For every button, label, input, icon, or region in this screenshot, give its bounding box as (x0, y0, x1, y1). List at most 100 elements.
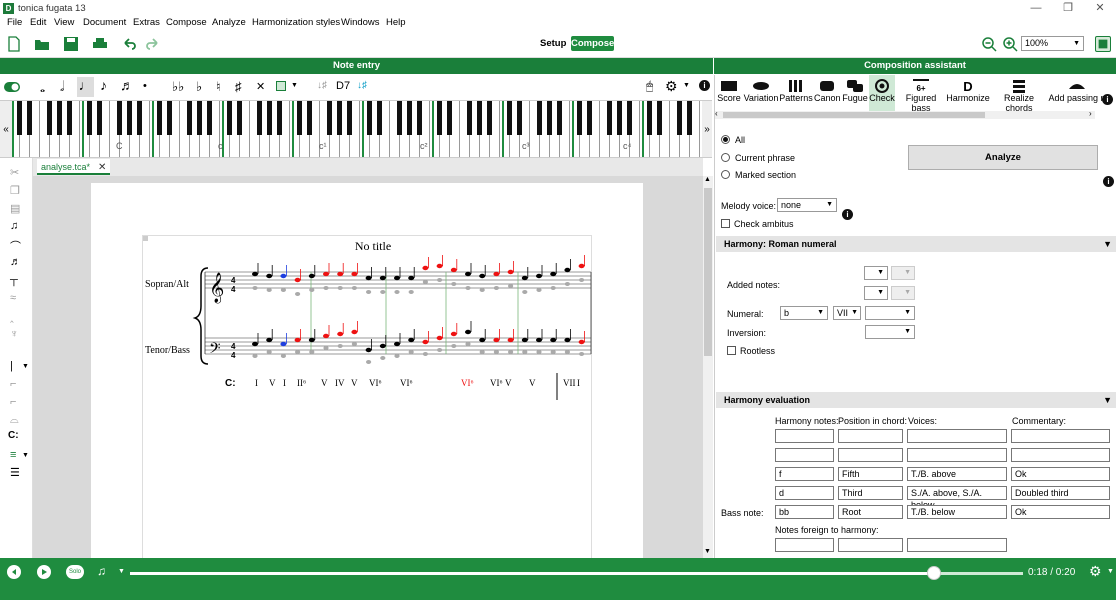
foreign-notes-field[interactable] (907, 538, 1007, 552)
foreign-notes-field[interactable] (838, 538, 903, 552)
note-head[interactable] (366, 360, 372, 364)
white-key[interactable] (452, 101, 460, 157)
slur-icon[interactable]: ⌒ (10, 238, 21, 254)
note-head[interactable] (380, 356, 386, 360)
note-head[interactable] (536, 350, 542, 354)
dot-icon[interactable]: • (143, 80, 147, 92)
note-head[interactable] (436, 335, 443, 341)
menu-extras[interactable]: Extras (133, 17, 160, 28)
note-head[interactable] (266, 288, 272, 292)
white-key[interactable] (382, 101, 390, 157)
note-head[interactable] (564, 350, 570, 354)
commentary-field[interactable]: Doubled third (1011, 486, 1110, 500)
beam-icon[interactable]: ♬ (10, 256, 21, 268)
note-head[interactable] (493, 350, 499, 354)
commentary-field[interactable]: Ok (1011, 467, 1110, 481)
note-head[interactable] (280, 288, 286, 292)
scope-marked-section-radio[interactable] (721, 170, 730, 179)
note-head[interactable] (507, 337, 514, 343)
note-head[interactable] (522, 350, 528, 354)
info-icon[interactable]: i (842, 209, 853, 220)
note-head[interactable] (479, 350, 485, 354)
commentary-field[interactable]: Ok (1011, 505, 1110, 519)
menu-windows[interactable]: Windows (341, 17, 380, 28)
mode-scrollbar[interactable]: ‹ › (715, 109, 1095, 119)
note-head[interactable] (394, 354, 400, 358)
mode-score[interactable]: Score (717, 75, 741, 103)
chevron-down-icon[interactable]: ▼ (291, 82, 298, 89)
frame-handle[interactable] (143, 236, 148, 241)
note-head[interactable] (252, 354, 258, 358)
info-icon[interactable]: i (699, 80, 710, 91)
note-head[interactable] (308, 337, 315, 343)
volta-icon[interactable]: ⌐ (10, 396, 16, 408)
save-icon[interactable] (63, 36, 79, 52)
note-head[interactable] (394, 275, 400, 281)
voices-field[interactable]: T./B. above (907, 467, 1007, 481)
voices-field[interactable]: T./B. below (907, 505, 1007, 519)
note-head[interactable] (550, 350, 556, 354)
white-key[interactable] (32, 101, 40, 157)
note-head[interactable] (437, 278, 443, 282)
minimize-button[interactable]: — (1024, 1, 1048, 15)
note-head[interactable] (252, 341, 258, 347)
white-key[interactable] (72, 101, 80, 157)
note-head[interactable] (266, 350, 272, 354)
note-head[interactable] (422, 352, 428, 356)
notes[interactable] (252, 255, 586, 364)
note-head[interactable] (394, 341, 400, 347)
menu-edit[interactable]: Edit (30, 17, 46, 28)
note-head[interactable] (465, 342, 471, 346)
note-head[interactable] (323, 271, 329, 277)
note-head[interactable] (408, 350, 414, 354)
chevron-up-icon[interactable]: ▲ (704, 176, 711, 183)
tie-icon[interactable] (276, 81, 286, 91)
note-head[interactable] (351, 329, 358, 335)
note-head[interactable] (309, 288, 315, 292)
note-head[interactable] (521, 275, 528, 281)
white-key[interactable] (172, 101, 180, 157)
note-head[interactable] (408, 290, 414, 294)
chevron-right-icon[interactable]: › (1089, 109, 1092, 118)
note-head[interactable] (465, 329, 471, 335)
menu-view[interactable]: View (54, 17, 74, 28)
score-svg[interactable]: No title Sopran/Alt Tenor/Bass 𝄞 𝄢 4 4 4… (143, 236, 593, 558)
menu-harmonization-styles[interactable]: Harmonization styles (252, 17, 340, 28)
note-head[interactable] (536, 288, 542, 292)
harmony-note-field[interactable] (775, 429, 834, 443)
harmony-note-field[interactable]: f (775, 467, 834, 481)
note-head[interactable] (337, 344, 343, 348)
harmony-note-field[interactable] (775, 448, 834, 462)
white-key[interactable] (102, 101, 110, 157)
position-field[interactable]: Root (838, 505, 903, 519)
note-head[interactable] (508, 284, 514, 288)
flat-icon[interactable]: ♭ (196, 79, 202, 95)
copy-icon[interactable]: ❐ (10, 184, 20, 197)
cut-icon[interactable]: ✂ (10, 166, 19, 179)
note-head[interactable] (493, 271, 500, 277)
chevron-down-icon[interactable]: ▼ (683, 82, 690, 89)
note-head[interactable] (578, 339, 585, 345)
ornament-icon[interactable]: ≈ (10, 292, 16, 304)
note-head[interactable] (450, 267, 457, 273)
white-key[interactable] (282, 101, 290, 157)
note-head[interactable] (536, 273, 542, 279)
note-head[interactable] (536, 337, 542, 343)
note-head[interactable] (280, 341, 287, 347)
note-head[interactable] (450, 331, 457, 337)
sixteenth-note-icon[interactable]: ♬ (120, 77, 134, 93)
note-head[interactable] (564, 337, 571, 343)
numeral-select[interactable]: VII ▼ (833, 306, 861, 320)
open-folder-icon[interactable] (34, 36, 50, 52)
natural-icon[interactable]: ♮ (216, 79, 221, 95)
note-head[interactable] (521, 337, 528, 343)
chevron-down-icon[interactable]: ▼ (704, 548, 711, 555)
note-head[interactable] (422, 265, 429, 271)
progress-track[interactable] (130, 566, 1023, 580)
piano-keyboard[interactable]: « » C c c¹ c² c³ c⁴ (0, 100, 712, 158)
sharp-icon[interactable]: ♯ (235, 79, 242, 94)
mode-variation[interactable]: Variation (743, 75, 779, 103)
position-field[interactable]: Third (838, 486, 903, 500)
voices-field[interactable] (907, 448, 1007, 462)
close-tab-icon[interactable]: ✕ (98, 162, 106, 173)
